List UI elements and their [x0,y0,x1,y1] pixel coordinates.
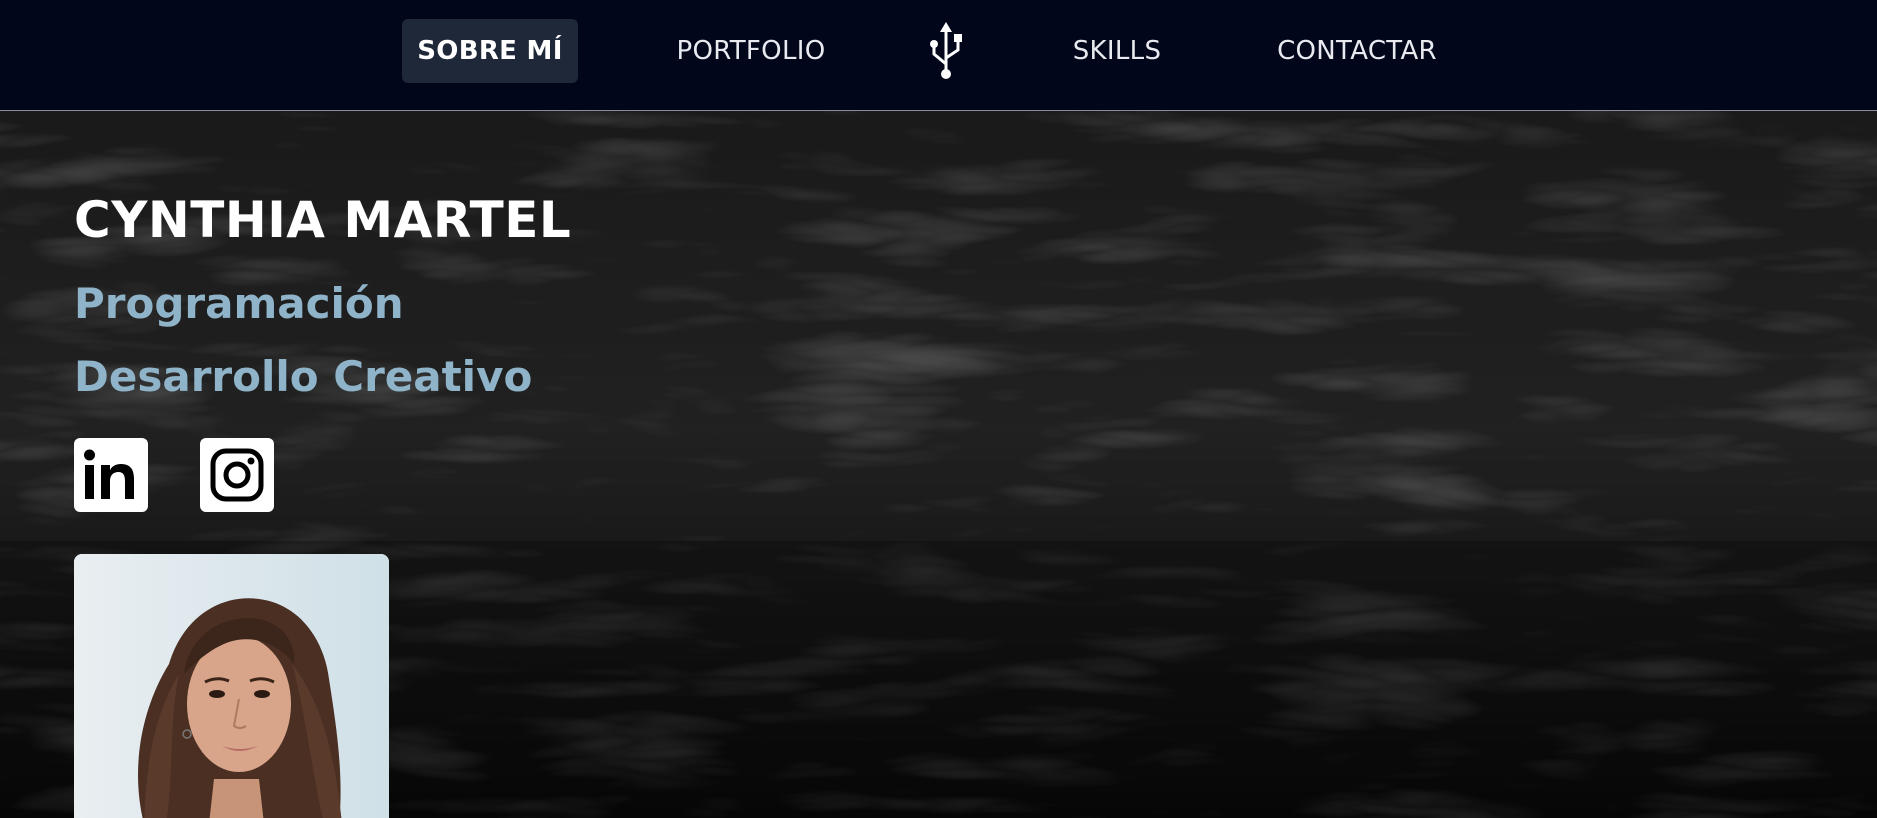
subtitle-desarrollo-creativo: Desarrollo Creativo [74,352,533,401]
nav-contactar[interactable]: CONTACTAR [1262,19,1452,83]
profile-photo [74,554,389,818]
nav-skills[interactable]: SKILLS [1052,19,1182,83]
instagram-icon [210,448,264,502]
top-navbar: SOBRE MÍ PORTFOLIO SKILLS CONTACTAR [0,0,1877,111]
linkedin-icon [84,449,134,499]
nav-sobre-mi[interactable]: SOBRE MÍ [402,19,578,83]
linkedin-link[interactable] [74,438,148,512]
usb-icon[interactable] [926,20,966,82]
person-name: CYNTHIA MARTEL [74,191,572,249]
subtitle-programacion: Programación [74,279,404,328]
instagram-link[interactable] [200,438,274,512]
hero-section: CYNTHIA MARTEL Programación Desarrollo C… [0,111,1877,818]
nav-portfolio[interactable]: PORTFOLIO [656,19,846,83]
